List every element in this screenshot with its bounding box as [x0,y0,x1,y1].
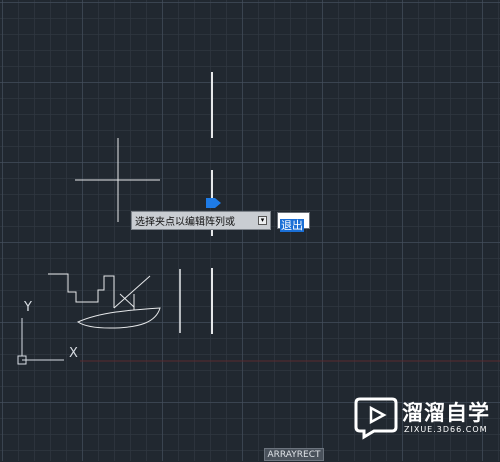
play-logo-icon [354,397,398,440]
ship-drawing[interactable] [48,273,161,329]
down-arrow-icon[interactable]: ▾ [258,216,267,225]
prompt-text: 选择夹点以编辑阵列或 [135,217,235,228]
dynamic-input-prompt: 选择夹点以编辑阵列或 ▾ [131,211,271,230]
crosshair-cursor [75,138,160,222]
watermark-url: ZIXUE.3D66.COM [404,425,488,434]
ucs-y-label: Y [24,300,32,315]
ucs-x-label: X [69,346,78,361]
dynamic-input-field[interactable]: 退出 [277,212,310,232]
drawing-geometry [17,72,500,365]
watermark-title: 溜溜自学 [402,401,490,425]
watermark: 溜溜自学 ZIXUE.3D66.COM [352,393,492,449]
command-name-label: ARRAYRECT [264,448,324,461]
array-grip-icon[interactable] [206,197,222,209]
ucs-icon [17,318,64,365]
input-value[interactable]: 退出 [280,219,304,232]
